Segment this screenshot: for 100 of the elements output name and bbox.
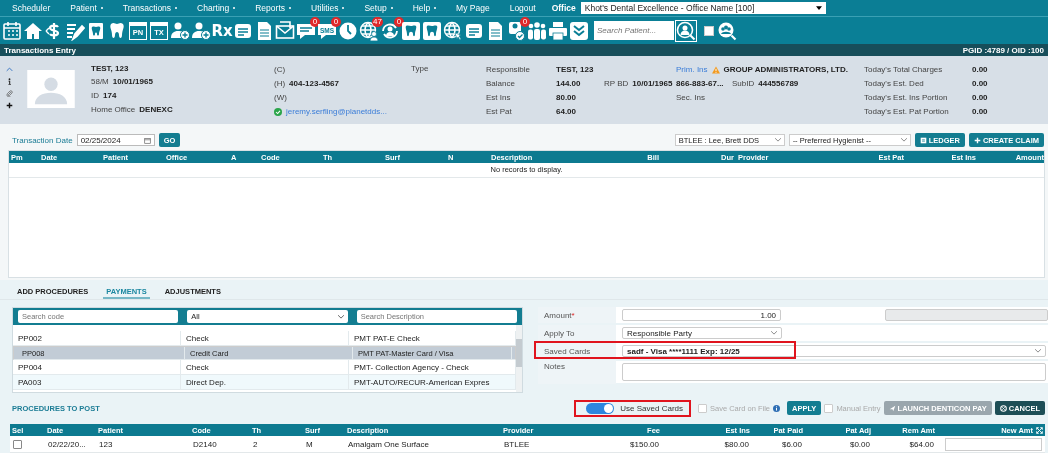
account-label: Balance: [486, 79, 516, 88]
avatar-placeholder: [26, 70, 76, 108]
date-field[interactable]: 02/25/2024: [76, 134, 155, 146]
patient-id: 174: [103, 91, 117, 100]
office-select[interactable]: Khot's Dental Excellence - Office Name [100]: [580, 2, 826, 14]
total-value: 0.00: [972, 93, 988, 102]
page-title: Transactions Entry: [4, 45, 77, 55]
table-cell-text: BTLEE: [503, 439, 531, 449]
code-row[interactable]: PP002 Check PMT PAT-E Check: [13, 331, 516, 346]
primary-insurance-link[interactable]: Prim. Ins: [676, 65, 708, 74]
total-value: 0.00: [972, 79, 988, 88]
field-label: Notes: [538, 360, 616, 384]
insurance-phone: 866-883-67...: [676, 79, 725, 88]
saved-cards-select[interactable]: sadf - Visa ****1111 Exp: 12/25: [622, 345, 1046, 357]
people-icon[interactable]: [527, 20, 547, 41]
field-label: Amount*: [538, 307, 616, 323]
notes-field[interactable]: [622, 363, 1046, 381]
amount-field[interactable]: 1.00: [621, 309, 782, 321]
menu-item[interactable]: Reports: [255, 3, 291, 13]
add-person-icon[interactable]: [191, 20, 211, 41]
menu-item[interactable]: Help: [412, 3, 437, 13]
info-icon[interactable]: [773, 404, 781, 412]
phone-label: (H): [274, 79, 286, 88]
notification-badge: 0: [520, 16, 530, 27]
age-sex: 58/M: [91, 77, 109, 86]
account-label: RP BD: [604, 79, 629, 88]
checkbox[interactable]: [13, 439, 22, 449]
apply-to-select[interactable]: Responsible Party: [622, 327, 782, 339]
calendar-icon[interactable]: [2, 20, 22, 41]
table-cell-text: 2: [252, 439, 259, 449]
tooth-document-icon[interactable]: [86, 20, 106, 41]
checkbox[interactable]: [704, 25, 714, 36]
plus-icon[interactable]: [5, 102, 13, 109]
menu-item[interactable]: Charting: [197, 3, 236, 13]
menu-item[interactable]: Setup: [364, 3, 393, 13]
person-search-icon[interactable]: [675, 19, 697, 42]
add-person-icon[interactable]: [170, 20, 190, 41]
paperclip-icon[interactable]: [5, 90, 13, 97]
menu-item[interactable]: Patient: [70, 3, 103, 13]
account-label: Responsible: [486, 65, 532, 74]
menu-item[interactable]: Transactions: [122, 3, 178, 13]
cancel-icon: [999, 404, 1007, 412]
insurance-carrier: GROUP ADMINISTRATORS, LTD.: [723, 65, 848, 74]
tooth-tile-icon[interactable]: [401, 20, 421, 41]
field-label: Apply To: [538, 325, 616, 341]
group-search-icon[interactable]: [717, 20, 737, 41]
globe-icon[interactable]: [443, 20, 463, 41]
table-cell: PP002: [13, 331, 181, 345]
expand-icon[interactable]: [1036, 426, 1043, 434]
patient-search-field[interactable]: Search Patient...: [594, 21, 674, 40]
menu-item[interactable]: Utilities: [311, 3, 345, 13]
phone-label: (C): [274, 65, 286, 74]
table-cell-text: $6.00: [780, 439, 803, 449]
patient-name: TEST, 123: [91, 64, 130, 73]
total-value: 0.00: [972, 107, 988, 116]
practice-ids: PGID :4789 / OID :100: [962, 45, 1044, 55]
account-value: 64.00: [556, 107, 578, 116]
transaction-date-label: Transaction Date: [12, 135, 73, 145]
id-label: ID: [91, 91, 99, 100]
ledger-icon: [919, 136, 927, 144]
home-icon[interactable]: [23, 20, 43, 41]
subid-label: SubID: [732, 79, 755, 88]
prescription-icon[interactable]: Rx: [212, 20, 232, 41]
secondary-insurance-label: Sec. Ins: [676, 93, 705, 102]
plus-icon: [973, 136, 981, 144]
total-label: Today's Total Charges: [864, 65, 944, 74]
code-row[interactable]: PP004 Check PMT- Collection Agency - Check: [13, 360, 516, 375]
clock-icon[interactable]: [338, 20, 358, 41]
toggle-switch[interactable]: [586, 402, 615, 414]
menu-item[interactable]: My Page: [456, 3, 490, 13]
table-cell-text: $80.00: [723, 439, 750, 449]
tooth-tile-icon[interactable]: [422, 20, 442, 41]
code-row[interactable]: PA003 Direct Dep. PMT-AUTO/RECUR-American Expres: [13, 375, 516, 390]
printer-icon[interactable]: [548, 20, 568, 41]
account-value: 10/01/1965: [632, 79, 673, 88]
chevron-tile-icon[interactable]: [569, 20, 589, 41]
birth-date: 10/01/1965: [112, 77, 153, 86]
tooth-icon[interactable]: [107, 20, 127, 41]
menu-item[interactable]: Scheduler: [12, 3, 51, 13]
notification-badge: 0: [310, 16, 320, 27]
menu-item[interactable]: Logout: [509, 3, 536, 13]
envelope-icon[interactable]: [275, 20, 295, 41]
scrollbar[interactable]: [516, 325, 522, 392]
account-label: Est Pat: [486, 107, 513, 116]
type-label: Type: [411, 64, 430, 73]
new-amount-field[interactable]: [945, 437, 1042, 451]
home-office-label: Home Office: [91, 105, 136, 114]
subscriber-id: 444556789: [758, 79, 799, 88]
dropdown-caret-icon[interactable]: [815, 6, 822, 10]
home-office: DENEXC: [139, 105, 173, 114]
table-cell: Direct Dep.: [181, 375, 349, 389]
toggle-label: Use Saved Cards: [620, 403, 683, 413]
table-cell-text: D2140: [192, 439, 218, 449]
info-icon[interactable]: [5, 78, 13, 85]
table-cell: PP004: [13, 360, 181, 374]
phone-label: (W): [274, 93, 287, 102]
email-link[interactable]: jeremy.serfling@planetdds...: [286, 107, 387, 116]
notification-badge: 0: [331, 16, 341, 27]
calendar-icon[interactable]: [143, 136, 151, 144]
person-check-icon[interactable]: [506, 20, 526, 41]
